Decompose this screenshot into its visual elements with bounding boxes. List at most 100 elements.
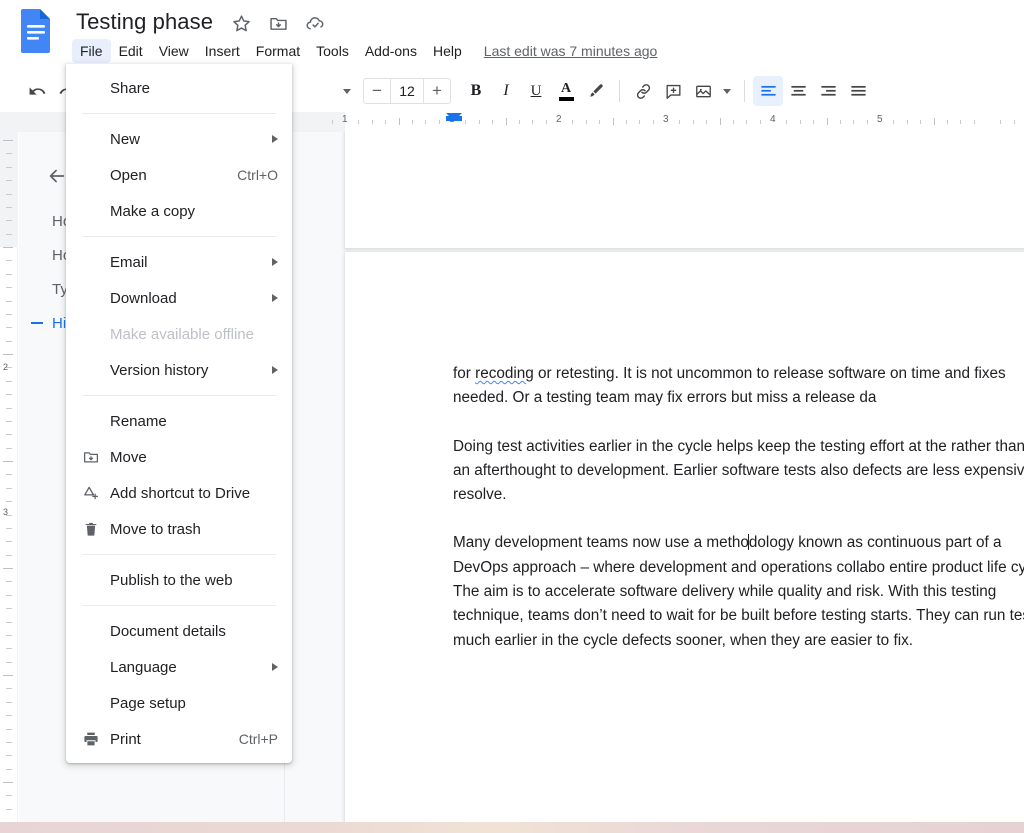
menu-format[interactable]: Format <box>248 39 308 63</box>
menu-edit[interactable]: Edit <box>111 39 151 63</box>
ruler-number: 2 <box>556 114 562 125</box>
file-menu-add-shortcut-to-drive[interactable]: Add shortcut to Drive <box>66 475 292 511</box>
underline-button[interactable]: U <box>521 76 551 106</box>
title-row: Testing phase <box>76 6 326 38</box>
ruler-tick <box>412 120 413 124</box>
file-menu-document-details[interactable]: Document details <box>66 613 292 649</box>
file-menu-make-a-copy[interactable]: Make a copy <box>66 193 292 229</box>
vertical-ruler[interactable]: 2 3 <box>0 132 18 822</box>
chevron-down-icon <box>723 89 731 94</box>
vertical-ruler-tick <box>3 247 13 248</box>
document-page-1[interactable] <box>345 132 1024 248</box>
file-menu-item-label: Version history <box>110 362 208 379</box>
vertical-ruler-tick <box>6 501 12 502</box>
ruler-tick <box>532 120 533 124</box>
menu-tools[interactable]: Tools <box>308 39 357 63</box>
star-icon[interactable] <box>231 13 252 34</box>
align-center-button[interactable] <box>783 76 813 106</box>
menu-add-ons[interactable]: Add-ons <box>357 39 425 63</box>
file-menu-publish-to-the-web[interactable]: Publish to the web <box>66 562 292 598</box>
document-canvas[interactable]: for recoding or retesting. It is not unc… <box>285 132 1024 822</box>
vertical-ruler-tick <box>6 260 12 261</box>
file-menu-version-history[interactable]: Version history <box>66 352 292 388</box>
file-menu-item-label: Share <box>110 80 150 97</box>
ruler-tick <box>358 120 359 124</box>
paragraph-1[interactable]: for recoding or retesting. It is not unc… <box>453 362 1024 411</box>
file-menu-download[interactable]: Download <box>66 280 292 316</box>
document-page-2[interactable]: for recoding or retesting. It is not unc… <box>345 252 1024 822</box>
vertical-ruler-tick <box>6 702 12 703</box>
file-menu-page-setup[interactable]: Page setup <box>66 685 292 721</box>
ruler-tick <box>626 120 627 124</box>
text-color-button[interactable]: A <box>551 76 581 106</box>
text-cursor <box>748 534 749 550</box>
highlight-color-button[interactable] <box>581 76 611 106</box>
undo-button[interactable] <box>22 76 52 106</box>
align-right-button[interactable] <box>813 76 843 106</box>
ruler-tick <box>1014 120 1015 124</box>
vertical-ruler-tick <box>6 541 12 542</box>
page-title[interactable]: Testing phase <box>76 9 213 35</box>
bold-label: B <box>471 82 482 100</box>
menu-bar: File Edit View Insert Format Tools Add-o… <box>72 38 657 64</box>
font-size-increase-button[interactable]: + <box>424 78 450 104</box>
menu-view[interactable]: View <box>151 39 197 63</box>
ruler-tick <box>385 120 386 124</box>
bold-button[interactable]: B <box>461 76 491 106</box>
add-shortcut-drive-icon <box>82 484 100 502</box>
google-docs-document-icon[interactable] <box>18 8 54 54</box>
submenu-arrow-icon <box>272 663 278 671</box>
vertical-ruler-tick <box>6 769 12 770</box>
italic-label: I <box>503 82 508 100</box>
menu-help[interactable]: Help <box>425 39 470 63</box>
vertical-ruler-tick <box>6 729 12 730</box>
ruler-number: 5 <box>877 114 883 125</box>
vertical-ruler-tick <box>6 381 12 382</box>
font-size-input[interactable]: 12 <box>390 78 424 104</box>
ruler-tick <box>572 120 573 124</box>
file-menu-language[interactable]: Language <box>66 649 292 685</box>
vertical-ruler-tick <box>6 488 12 489</box>
vertical-ruler-tick <box>6 220 12 221</box>
vertical-ruler-tick <box>3 568 13 569</box>
vertical-ruler-tick <box>6 662 12 663</box>
menu-insert[interactable]: Insert <box>197 39 248 63</box>
vertical-ruler-tick <box>6 622 12 623</box>
add-comment-button[interactable] <box>658 76 688 106</box>
ruler-tick <box>439 120 440 124</box>
vertical-ruler-tick <box>6 194 12 195</box>
file-menu-move-to-trash[interactable]: Move to trash <box>66 511 292 547</box>
file-menu-item-label: New <box>110 131 140 148</box>
move-to-folder-icon[interactable] <box>268 13 289 34</box>
file-menu-item-label: Rename <box>110 413 167 430</box>
insert-image-button[interactable] <box>688 76 718 106</box>
file-menu-email[interactable]: Email <box>66 244 292 280</box>
insert-link-button[interactable] <box>628 76 658 106</box>
paragraph-2[interactable]: Doing test activities earlier in the cyc… <box>453 435 1024 508</box>
align-justify-button[interactable] <box>843 76 873 106</box>
font-size-decrease-button[interactable]: − <box>364 78 390 104</box>
file-menu-share[interactable]: Share <box>66 70 292 106</box>
vertical-ruler-tick <box>6 742 12 743</box>
file-menu-print[interactable]: Print Ctrl+P <box>66 721 292 757</box>
paragraph-3[interactable]: Many development teams now use a methodo… <box>453 531 1024 652</box>
ruler-tick <box>679 120 680 124</box>
document-text-body[interactable]: for recoding or retesting. It is not unc… <box>453 362 1024 677</box>
file-menu-rename[interactable]: Rename <box>66 403 292 439</box>
vertical-ruler-tick <box>6 180 12 181</box>
vertical-ruler-tick <box>6 408 12 409</box>
file-menu-new[interactable]: New <box>66 121 292 157</box>
file-menu-move[interactable]: Move <box>66 439 292 475</box>
file-menu-dropdown[interactable]: Share New Open Ctrl+O Make a copy Email … <box>66 64 292 763</box>
menu-file[interactable]: File <box>72 39 111 63</box>
file-menu-open[interactable]: Open Ctrl+O <box>66 157 292 193</box>
ruler-tick <box>800 120 801 124</box>
ruler-tick <box>840 120 841 124</box>
left-indent-marker[interactable] <box>446 113 462 121</box>
cloud-saved-icon[interactable] <box>305 13 326 34</box>
align-left-button[interactable] <box>753 76 783 106</box>
insert-image-dropdown[interactable] <box>718 76 736 106</box>
italic-button[interactable]: I <box>491 76 521 106</box>
last-edit-link[interactable]: Last edit was 7 minutes ago <box>484 43 658 59</box>
misspelled-word[interactable]: recoding <box>475 365 534 382</box>
